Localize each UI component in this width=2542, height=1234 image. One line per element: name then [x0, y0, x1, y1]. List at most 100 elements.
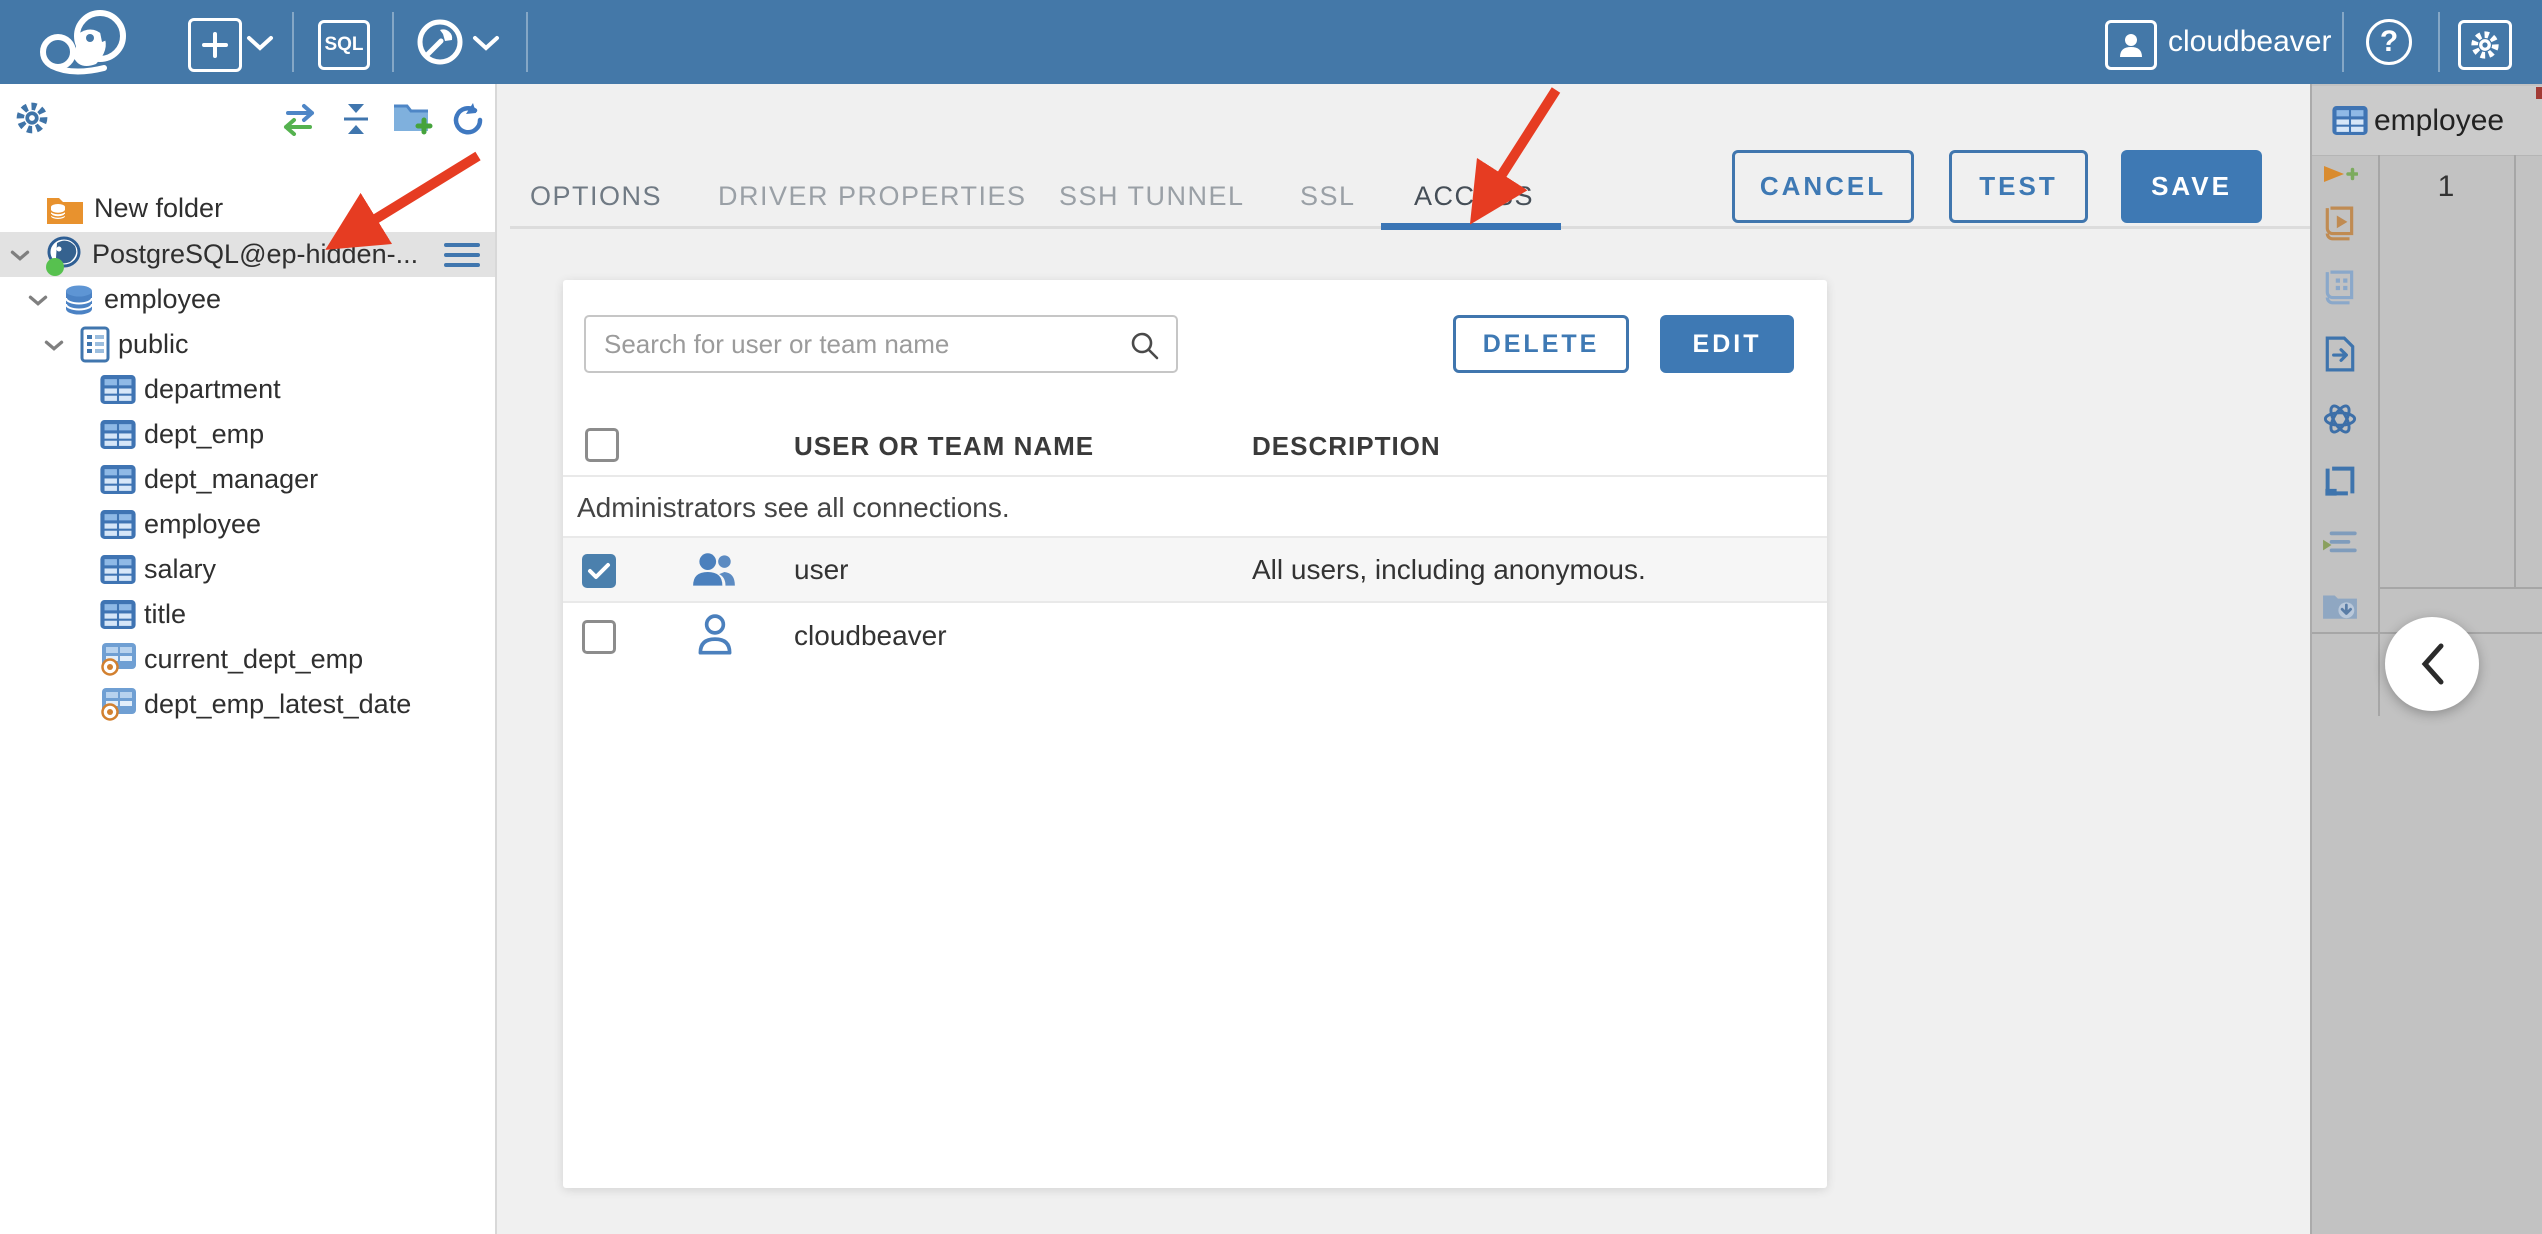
header-divider — [392, 12, 394, 72]
header-divider — [2438, 12, 2440, 72]
username-label: cloudbeaver — [2168, 25, 2332, 58]
tree-item-label: department — [144, 374, 281, 404]
header-divider — [2342, 12, 2344, 72]
tree-item-view-dept-emp-latest-date[interactable]: dept_emp_latest_date — [0, 682, 495, 727]
execution-plan-icon[interactable] — [2322, 526, 2358, 562]
view-icon — [101, 643, 136, 676]
annotation-arrow-access-tab — [1469, 87, 1561, 225]
annotation-arrow-connection — [325, 151, 481, 250]
database-icon — [65, 285, 93, 315]
data-editor-panel: employee 1 — [2310, 84, 2542, 1234]
tree-item-schema-public[interactable]: public — [0, 322, 495, 367]
tab-ssl[interactable]: SSL — [1300, 165, 1356, 227]
column-header-name: USER OR TEAM NAME — [794, 431, 1095, 461]
sql-editor-button[interactable]: SQL — [318, 20, 370, 70]
table-row-user[interactable]: user All users, including anonymous. — [563, 538, 1827, 603]
row-description: All users, including anonymous. — [1252, 554, 1646, 585]
tree-item-database-employee[interactable]: employee — [0, 277, 495, 322]
tab-employee-table[interactable]: employee — [2312, 86, 2542, 156]
chevron-down-icon[interactable] — [28, 294, 48, 307]
tree-item-view-current-dept-emp[interactable]: current_dept_emp — [0, 637, 495, 682]
row-checkbox-checked[interactable] — [582, 554, 616, 588]
folder-database-icon — [47, 198, 83, 224]
schema-icon — [80, 326, 110, 363]
new-folder-icon[interactable] — [392, 100, 434, 136]
bookmark-add-icon[interactable] — [2322, 158, 2358, 194]
tree-item-label: dept_manager — [144, 464, 319, 494]
search-input[interactable] — [586, 317, 1176, 371]
tab-ssh-tunnel[interactable]: SSH TUNNEL — [1059, 165, 1245, 227]
sidebar-settings-gear-icon[interactable] — [14, 100, 50, 136]
tree-item-label: current_dept_emp — [144, 644, 364, 674]
save-button[interactable]: SAVE — [2121, 150, 2262, 223]
tab-driver-properties[interactable]: DRIVER PROPERTIES — [718, 165, 1027, 227]
admins-info-text: Administrators see all connections. — [577, 492, 1010, 523]
table-icon — [100, 600, 136, 629]
refresh-icon[interactable] — [450, 102, 486, 138]
search-icon[interactable] — [1130, 331, 1160, 361]
sql-editor-label: SQL — [324, 34, 364, 55]
row-checkbox-unchecked[interactable] — [582, 620, 616, 654]
tree-item-table-employee[interactable]: employee — [0, 502, 495, 547]
script-run-icon[interactable] — [2322, 206, 2358, 242]
collapse-all-icon[interactable] — [338, 102, 374, 136]
tab-options[interactable]: OPTIONS — [530, 165, 662, 227]
chevron-down-icon[interactable] — [44, 339, 64, 352]
grid-line — [2378, 587, 2542, 589]
table-icon — [2332, 106, 2368, 135]
tab-employee-label: employee — [2374, 104, 2505, 137]
form-view-icon[interactable] — [2322, 270, 2358, 306]
user-menu-button[interactable] — [2105, 20, 2157, 70]
tree-item-label: employee — [144, 509, 262, 539]
tree-item-label: New folder — [94, 193, 224, 223]
tree-item-label: title — [144, 599, 187, 629]
tree-item-label: dept_emp_latest_date — [144, 689, 412, 719]
tree-item-table-title[interactable]: title — [0, 592, 495, 637]
tree-item-table-dept-emp[interactable]: dept_emp — [0, 412, 495, 457]
delete-button[interactable]: DELETE — [1453, 315, 1629, 373]
chevron-down-icon[interactable] — [10, 249, 30, 262]
plus-icon — [202, 32, 228, 58]
grid-line — [2514, 155, 2516, 587]
settings-button[interactable] — [2458, 20, 2512, 70]
question-icon: ? — [2379, 25, 2399, 58]
frame-icon[interactable] — [2322, 463, 2358, 499]
row-number-cell[interactable]: 1 — [2378, 170, 2514, 204]
tree-item-table-department[interactable]: department — [0, 367, 495, 412]
top-header-bar: SQL cloudbeaver ? — [0, 0, 2542, 84]
tree-item-label: public — [118, 329, 189, 359]
new-connection-chevron-down-icon[interactable] — [246, 34, 274, 52]
collapse-panel-button[interactable] — [2385, 617, 2479, 711]
connection-wrench-icon[interactable] — [414, 16, 466, 68]
tree-item-table-dept-manager[interactable]: dept_manager — [0, 457, 495, 502]
cancel-button[interactable]: CANCEL — [1732, 150, 1914, 223]
ai-assistant-icon[interactable] — [2322, 401, 2358, 437]
connection-chevron-down-icon[interactable] — [472, 34, 500, 52]
person-icon — [698, 614, 732, 655]
search-field — [584, 315, 1178, 373]
table-row-cloudbeaver[interactable]: cloudbeaver — [563, 603, 1827, 670]
test-button[interactable]: TEST — [1949, 150, 2088, 223]
save-folder-icon[interactable] — [2322, 587, 2358, 623]
table-icon — [100, 375, 136, 404]
chevron-left-icon — [2421, 643, 2444, 685]
edit-button[interactable]: EDIT — [1660, 315, 1794, 373]
postgresql-icon — [46, 236, 81, 276]
sync-arrows-icon[interactable] — [278, 102, 320, 136]
table-header-row: USER OR TEAM NAME DESCRIPTION — [563, 413, 1827, 477]
tree-item-table-salary[interactable]: salary — [0, 547, 495, 592]
connection-edit-panel: OPTIONS DRIVER PROPERTIES SSH TUNNEL SSL… — [497, 84, 2310, 1234]
column-header-description: DESCRIPTION — [1252, 431, 1441, 461]
table-icon — [100, 465, 136, 494]
cloudbeaver-app: SQL cloudbeaver ? New folder PostgreSQL@… — [0, 0, 2542, 1234]
table-icon — [100, 420, 136, 449]
help-button[interactable]: ? — [2366, 19, 2412, 65]
new-connection-button[interactable] — [188, 18, 242, 72]
select-all-checkbox[interactable] — [585, 428, 619, 462]
export-data-icon[interactable] — [2322, 336, 2358, 372]
cloudbeaver-logo-icon[interactable] — [34, 8, 144, 76]
row-name: cloudbeaver — [794, 620, 947, 651]
tree-item-label: dept_emp — [144, 419, 265, 449]
info-row: Administrators see all connections. — [563, 477, 1827, 538]
access-card: DELETE EDIT USER OR TEAM NAME DESCRIPTIO… — [563, 280, 1827, 1188]
